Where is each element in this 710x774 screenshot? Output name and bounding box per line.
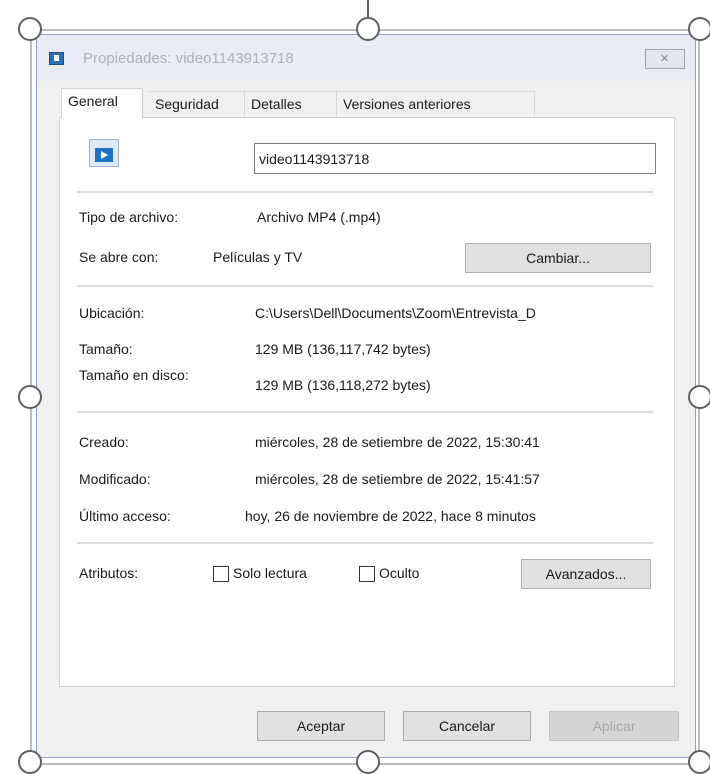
resize-handle-bottom-middle[interactable]	[356, 750, 380, 774]
resize-handle-top-right[interactable]	[688, 17, 710, 41]
rotation-handle-stem	[367, 0, 369, 18]
resize-handle-top-left[interactable]	[18, 17, 42, 41]
tab-general[interactable]: General	[61, 88, 143, 118]
selection-frame	[30, 29, 700, 765]
pasted-image-selection[interactable]: Propiedades: video1143913718 ✕ Seguridad…	[0, 0, 710, 774]
resize-handle-top-middle[interactable]	[356, 17, 380, 41]
resize-handle-middle-left[interactable]	[18, 385, 42, 409]
resize-handle-middle-right[interactable]	[688, 385, 710, 409]
resize-handle-bottom-left[interactable]	[18, 750, 42, 774]
resize-handle-bottom-right[interactable]	[688, 750, 710, 774]
